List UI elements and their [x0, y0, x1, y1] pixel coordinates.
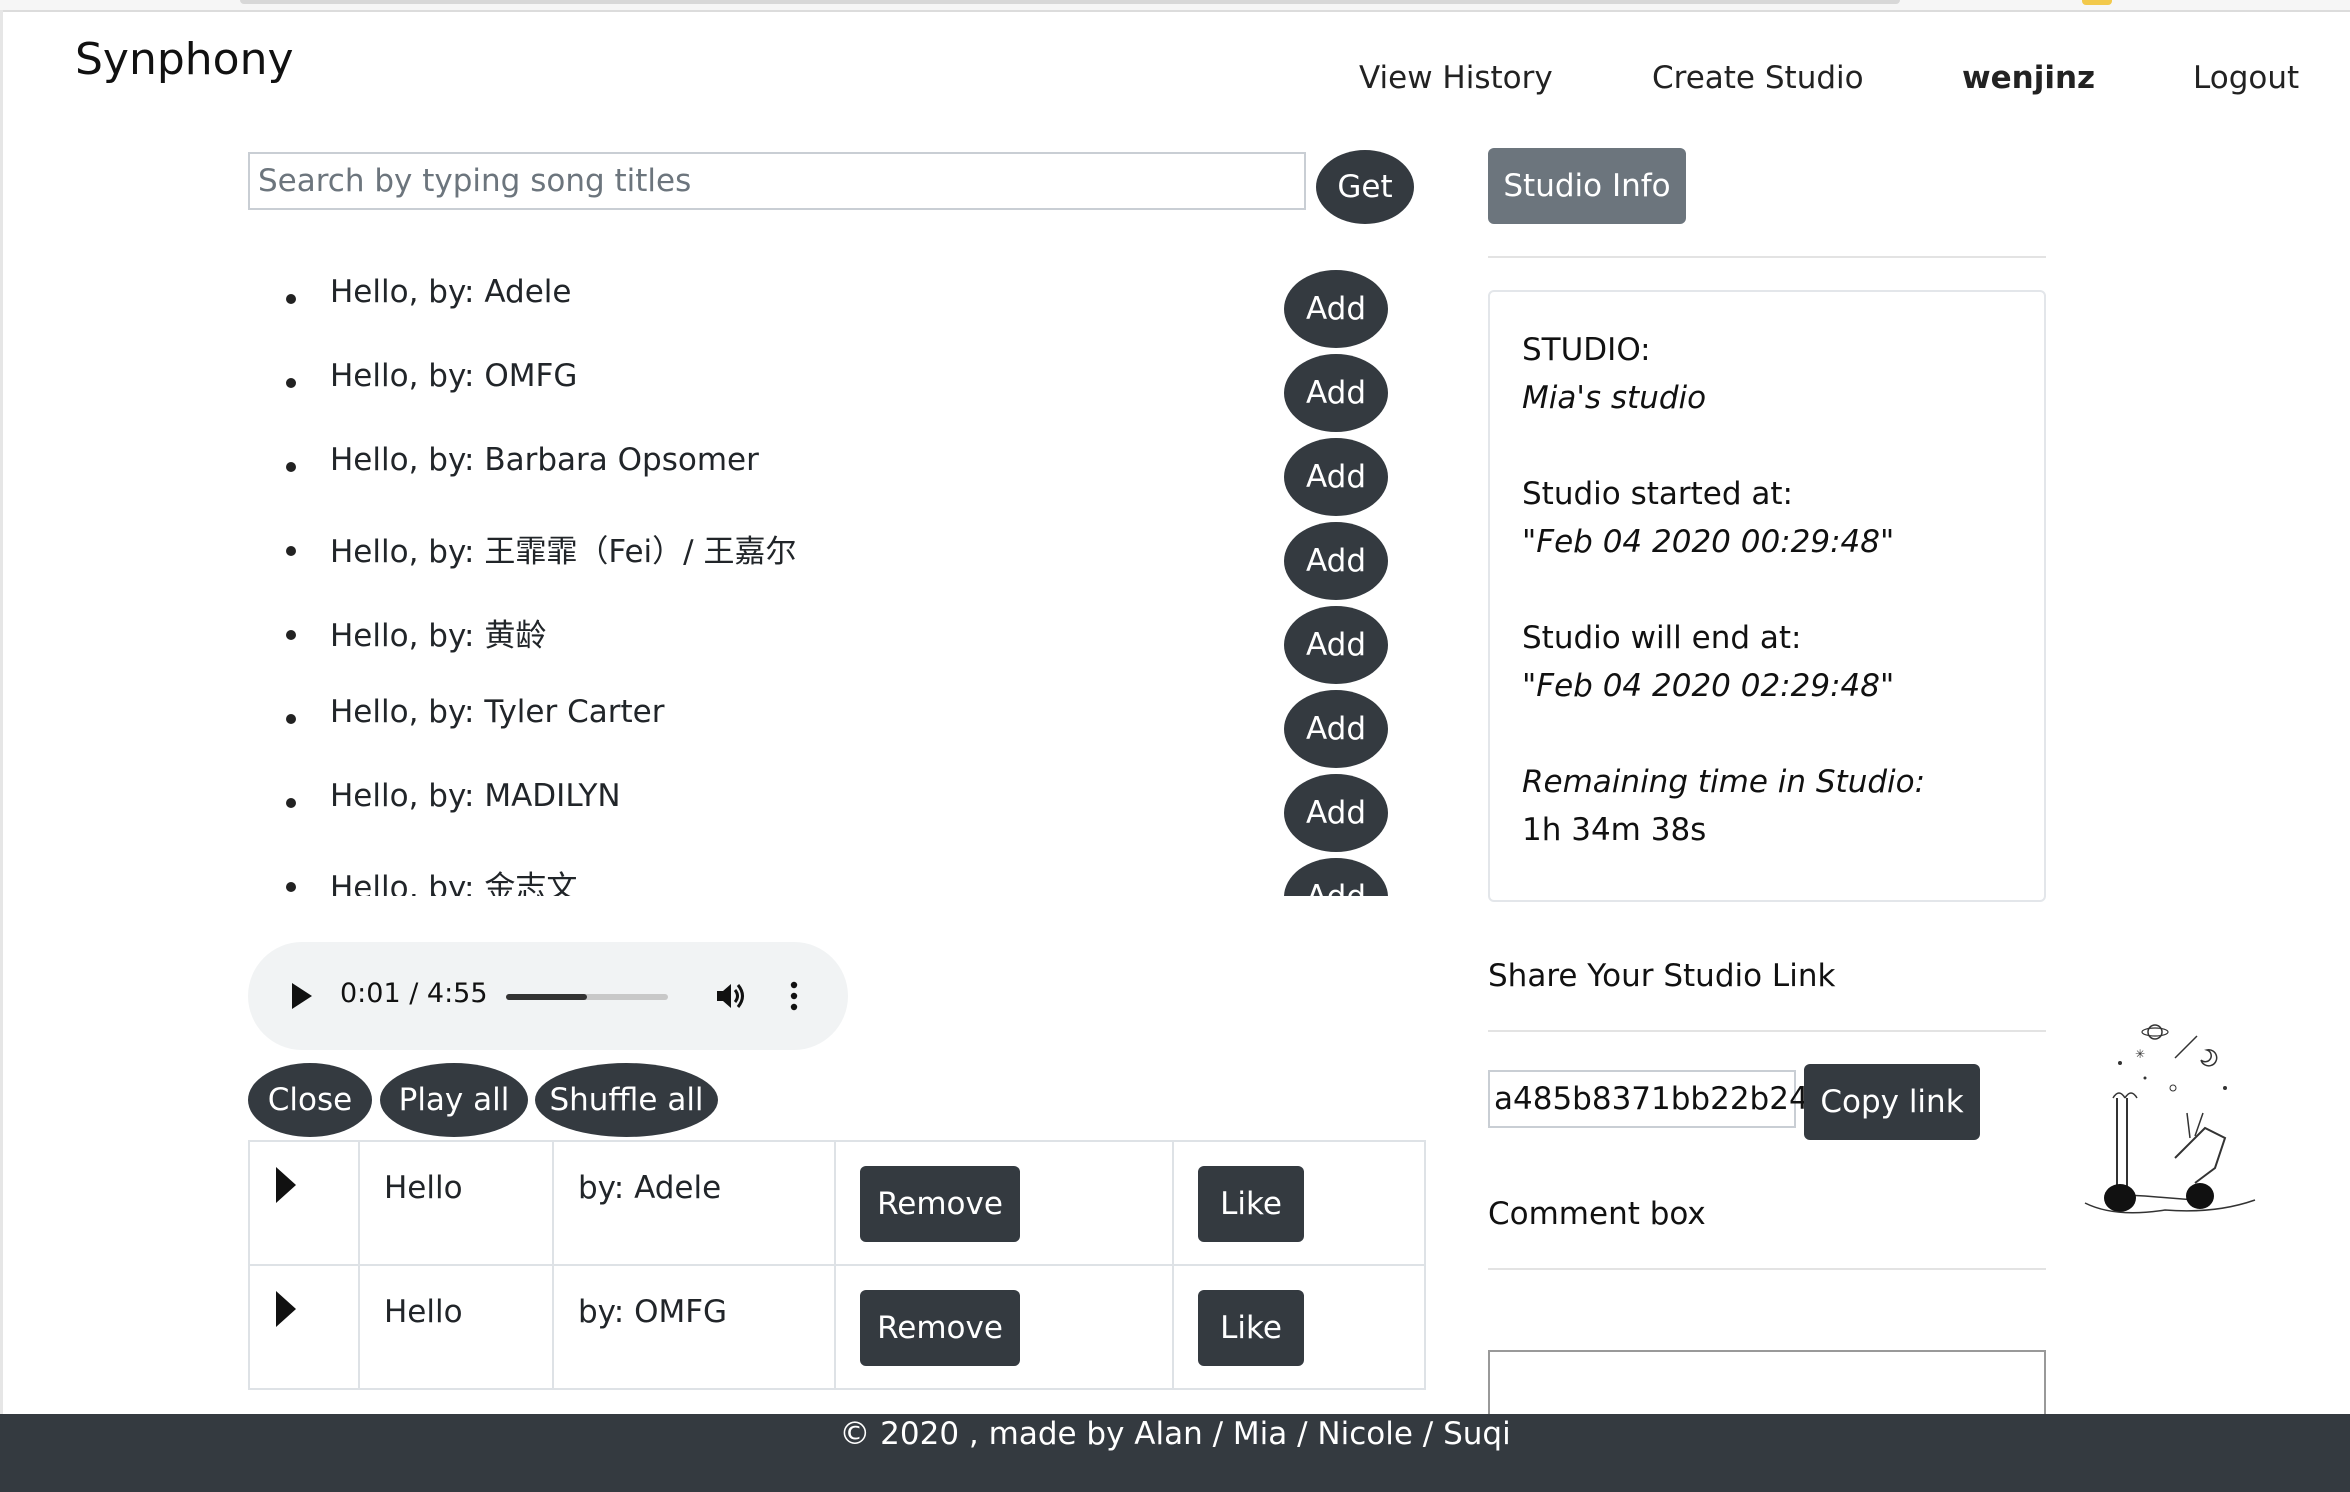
stargazers-illustration: ✳ [2084, 1024, 2256, 1214]
add-button[interactable]: Add [1284, 690, 1388, 768]
comment-box-title: Comment box [1488, 1196, 1706, 1232]
queue-artist: by: OMFG [578, 1294, 728, 1330]
divider [1488, 256, 2046, 258]
queue-title: Hello [384, 1294, 463, 1330]
list-bullet [286, 882, 296, 892]
result-item: Hello, by: 黄龄 Add [248, 594, 1398, 684]
divider [1488, 1030, 2046, 1032]
list-bullet [286, 630, 296, 640]
remove-button[interactable]: Remove [860, 1166, 1020, 1242]
get-button[interactable]: Get [1316, 150, 1414, 224]
studio-name: Mia's studio [1522, 380, 1707, 416]
play-track-icon[interactable] [276, 1167, 296, 1203]
song-search-input[interactable] [248, 152, 1306, 210]
add-button[interactable]: Add [1284, 858, 1388, 896]
audio-progress-fill [506, 994, 587, 1000]
result-title: Hello, by: Barbara Opsomer [330, 442, 759, 478]
window-left-edge [0, 10, 3, 1415]
list-bullet [286, 546, 296, 556]
result-item: Hello, by: OMFG Add [248, 342, 1398, 432]
footer: © 2020 , made by Alan / Mia / Nicole / S… [0, 1414, 2350, 1492]
volume-icon[interactable] [714, 980, 746, 1012]
add-button[interactable]: Add [1284, 606, 1388, 684]
queue-title: Hello [384, 1170, 463, 1206]
list-bullet [286, 294, 296, 304]
studio-name-label: STUDIO: [1522, 332, 1651, 368]
list-bullet [286, 798, 296, 808]
remaining-time-value: 1h 34m 38s [1522, 812, 1707, 848]
result-title: Hello, by: Tyler Carter [330, 694, 665, 730]
studio-end-label: Studio will end at: [1522, 620, 1802, 656]
address-bar-edge [240, 0, 1900, 4]
add-button[interactable]: Add [1284, 354, 1388, 432]
copy-link-button[interactable]: Copy link [1804, 1064, 1980, 1140]
queue-artist: by: Adele [578, 1170, 722, 1206]
extension-icon [2082, 0, 2112, 5]
svg-text:✳: ✳ [2135, 1047, 2145, 1061]
result-item: Hello, by: Tyler Carter Add [248, 678, 1398, 768]
nav-user-name[interactable]: wenjinz [1962, 60, 2095, 96]
studio-end-value: "Feb 04 2020 02:29:48" [1522, 668, 1895, 704]
remove-button[interactable]: Remove [860, 1290, 1020, 1366]
studio-info-card: STUDIO: Mia's studio Studio started at: … [1488, 290, 2046, 902]
add-button[interactable]: Add [1284, 774, 1388, 852]
queue-table: Hello by: Adele Remove Like Hello by: OM… [248, 1140, 1426, 1390]
nav-view-history[interactable]: View History [1359, 60, 1553, 96]
result-item: Hello, by: 金志文 Add [248, 846, 1398, 896]
table-row: Hello by: Adele Remove Like [248, 1140, 1426, 1266]
result-title: Hello, by: OMFG [330, 358, 578, 394]
add-button[interactable]: Add [1284, 270, 1388, 348]
list-bullet [286, 462, 296, 472]
result-item: Hello, by: Adele Add [248, 258, 1398, 348]
result-title: Hello, by: 黄龄 [330, 618, 547, 654]
search-results-list[interactable]: Hello, by: Adele Add Hello, by: OMFG Add… [248, 258, 1398, 896]
close-button[interactable]: Close [248, 1063, 372, 1137]
divider [1488, 1268, 2046, 1270]
share-link-title: Share Your Studio Link [1488, 958, 1836, 994]
result-title: Hello, by: 王霏霏（Fei）/ 王嘉尔 [330, 534, 797, 570]
result-item: Hello, by: Barbara Opsomer Add [248, 426, 1398, 516]
result-title: Hello, by: MADILYN [330, 778, 621, 814]
play-all-button[interactable]: Play all [380, 1063, 528, 1137]
play-icon[interactable] [292, 983, 312, 1009]
footer-copyright: © 2020 , made by Alan / Mia / Nicole / S… [839, 1416, 1511, 1452]
like-button[interactable]: Like [1198, 1166, 1304, 1242]
audio-progress-bar[interactable] [506, 994, 668, 1000]
audio-time: 0:01 / 4:55 [340, 978, 488, 1009]
more-options-icon[interactable] [788, 980, 800, 1012]
nav-create-studio[interactable]: Create Studio [1652, 60, 1864, 96]
browser-top-strip [0, 0, 2350, 12]
brand-logo[interactable]: Synphony [75, 34, 294, 85]
result-item: Hello, by: 王霏霏（Fei）/ 王嘉尔 Add [248, 510, 1398, 600]
studio-link-field[interactable]: a485b8371bb22b24 [1488, 1070, 1809, 1128]
result-item: Hello, by: MADILYN Add [248, 762, 1398, 852]
add-button[interactable]: Add [1284, 522, 1388, 600]
audio-player: 0:01 / 4:55 [248, 942, 848, 1050]
result-title: Hello, by: 金志文 [330, 870, 578, 896]
result-title: Hello, by: Adele [330, 274, 572, 310]
play-track-icon[interactable] [276, 1291, 296, 1327]
studio-started-label: Studio started at: [1522, 476, 1793, 512]
list-bullet [286, 378, 296, 388]
table-row: Hello by: OMFG Remove Like [248, 1264, 1426, 1390]
like-button[interactable]: Like [1198, 1290, 1304, 1366]
shuffle-all-button[interactable]: Shuffle all [535, 1063, 718, 1137]
studio-info-button[interactable]: Studio Info [1488, 148, 1686, 224]
remaining-time-label: Remaining time in Studio: [1522, 764, 1926, 800]
nav-logout[interactable]: Logout [2193, 60, 2299, 96]
studio-started-value: "Feb 04 2020 00:29:48" [1522, 524, 1895, 560]
add-button[interactable]: Add [1284, 438, 1388, 516]
list-bullet [286, 714, 296, 724]
